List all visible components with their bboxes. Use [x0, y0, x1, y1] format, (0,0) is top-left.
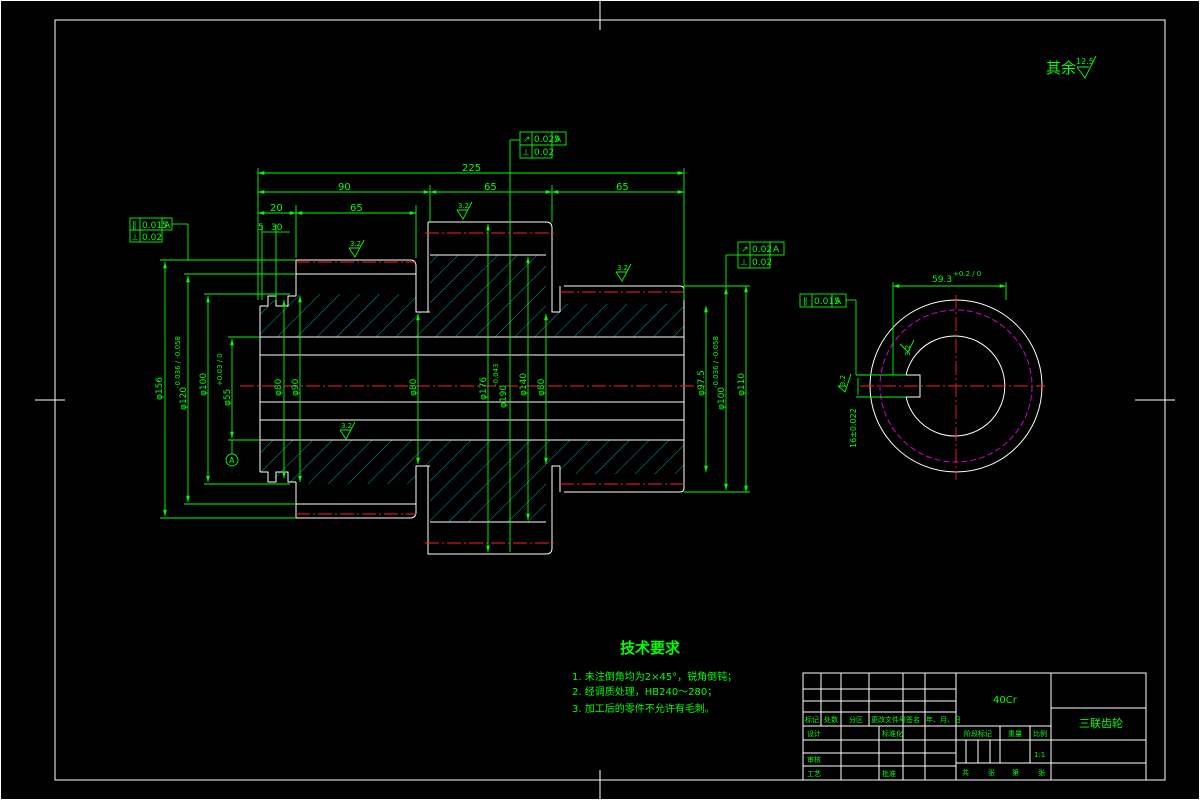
roughness-note: 其余 12.5 — [1046, 55, 1097, 79]
roughness-left-upper: 3.2 — [350, 240, 361, 248]
end-view: ∥ 0.015 A 59.3 +0.2 / 0 16±0.022 3.2 3.2 — [799, 270, 1045, 480]
tol-symbol: ⟂ — [741, 258, 747, 268]
tech-req-item: 3. 加工后的零件不允许有毛刺。 — [572, 702, 715, 715]
tb-review: 审核 — [807, 755, 821, 764]
tol-symbol: ↗ — [523, 135, 531, 145]
hatch-lower — [260, 440, 684, 522]
roughness-keyway-side: 3.2 — [839, 375, 847, 386]
tb-design: 设计 — [807, 729, 821, 738]
tol-datum: A — [164, 221, 171, 231]
datum-label: A — [229, 456, 235, 465]
tol-symbol: ⟂ — [523, 148, 529, 158]
tol-datum: A — [773, 245, 780, 255]
dim-total-length: 225 — [462, 163, 481, 174]
tolerance-frame-right: ↗ 0.02 A ⟂ 0.02 — [725, 241, 785, 288]
tol-symbol: ⟂ — [132, 233, 138, 243]
tb-part-name: 三联齿轮 — [1079, 716, 1123, 730]
tb-qty: 处数 — [824, 715, 838, 724]
roughness-note-label: 其余 — [1046, 59, 1076, 77]
dim-30: 30 — [271, 223, 283, 233]
tb-material: 40Cr — [993, 695, 1018, 706]
engineering-drawing: 其余 12.5 225 90 65 65 20 65 5 30 φ156 φ12… — [0, 0, 1200, 800]
tech-req-item: 2. 经调质处理，HB240～280； — [572, 685, 717, 698]
tolerance-frame-top: ↗ 0.025 A ⟂ 0.02 — [510, 131, 567, 159]
dim-dia-100-right: φ100 — [717, 387, 727, 410]
tb-total: 共 — [962, 768, 969, 777]
dim-dia-156: φ156 — [155, 377, 165, 400]
dim-dia-97: φ97.5 — [697, 370, 707, 396]
dim-dia-120-tol: -0.036 / -0.058 — [174, 336, 182, 388]
dim-dia-120: φ120 — [179, 387, 189, 410]
tb-no: 第 — [1012, 768, 1019, 777]
tol-value: 0.02 — [142, 233, 162, 243]
tb-approve: 批准 — [882, 769, 896, 778]
tol-datum: A — [555, 135, 562, 145]
tol-symbol: ↗ — [741, 245, 749, 255]
tb-change: 更改文件号 — [871, 715, 906, 724]
roughness-note-value: 12.5 — [1076, 57, 1094, 66]
roughness-keyway-bottom: 3.2 — [904, 345, 912, 356]
tol-symbol: ∥ — [803, 297, 808, 307]
dim-dia-140: φ140 — [519, 373, 529, 396]
tech-req-title: 技术要求 — [620, 639, 681, 657]
dim-dia-55-tol: +0.03 / 0 — [216, 353, 224, 386]
dim-dia-90-left: φ90 — [291, 378, 301, 396]
dim-dia-100: φ100 — [199, 373, 209, 396]
dim-dia-55: φ55 — [223, 389, 233, 406]
tb-sheet2: 张 — [1038, 768, 1045, 777]
dim-5: 5 — [258, 223, 264, 233]
tb-stage: 阶段标记 — [964, 729, 992, 738]
tb-mark: 标记 — [805, 715, 819, 724]
tb-scale: 1:1 — [1034, 751, 1045, 759]
tol-value: 0.02 — [752, 245, 772, 255]
dim-dia-100-right-tol: -0.036 / -0.058 — [712, 336, 720, 388]
dim-keyway-depth: 59.3 — [932, 275, 952, 285]
tb-date: 年、月、日 — [926, 715, 961, 724]
section-view — [240, 221, 705, 555]
tb-std: 标准化 — [882, 729, 903, 738]
dim-dia-190: φ190 — [499, 385, 509, 408]
tb-ratio: 比例 — [1033, 729, 1047, 738]
tb-weight: 重量 — [1008, 730, 1022, 738]
dim-20: 20 — [270, 203, 283, 214]
dim-90: 90 — [338, 182, 351, 193]
title-block: 标记 处数 分区 更改文件号 签名 年、月、日 设计 标准化 审核 工艺 批准 … — [802, 672, 1147, 781]
dim-dia-80-mid: φ80 — [409, 378, 419, 396]
dim-dia-176: φ176 — [479, 377, 489, 400]
tol-value: 0.02 — [752, 258, 772, 268]
dim-65-mid: 65 — [484, 182, 497, 193]
roughness-left-lower: 3.2 — [341, 422, 352, 430]
technical-requirements: 技术要求 1. 未注倒角均为2×45°，锐角倒钝； 2. 经调质处理，HB240… — [572, 639, 737, 715]
tb-zone: 分区 — [849, 715, 863, 724]
tb-sheet: 张 — [988, 768, 995, 777]
dim-65-right: 65 — [616, 182, 629, 193]
dim-dia-80-right: φ80 — [537, 378, 547, 396]
dim-65-left: 65 — [350, 203, 363, 214]
tol-symbol: ∥ — [132, 221, 137, 231]
tech-req-item: 1. 未注倒角均为2×45°，锐角倒钝； — [572, 670, 737, 683]
tolerance-frame-left: ∥ 0.015 A ⟂ 0.02 — [129, 217, 189, 260]
roughness-top-gear: 3.2 — [458, 202, 469, 210]
tol-datum: A — [835, 297, 842, 307]
tb-process: 工艺 — [807, 770, 821, 778]
dim-dia-80-left: φ80 — [274, 378, 284, 396]
dim-dia-110: φ110 — [737, 373, 747, 396]
dim-keyway-width: 16±0.022 — [849, 408, 858, 448]
dim-keyway-tol: +0.2 / 0 — [953, 270, 981, 278]
tol-value: 0.02 — [534, 148, 554, 158]
dim-dia-190-tol: -0.043 — [492, 363, 500, 386]
roughness-right-hub: 3.2 — [617, 264, 628, 272]
tb-sign: 签名 — [906, 715, 920, 724]
